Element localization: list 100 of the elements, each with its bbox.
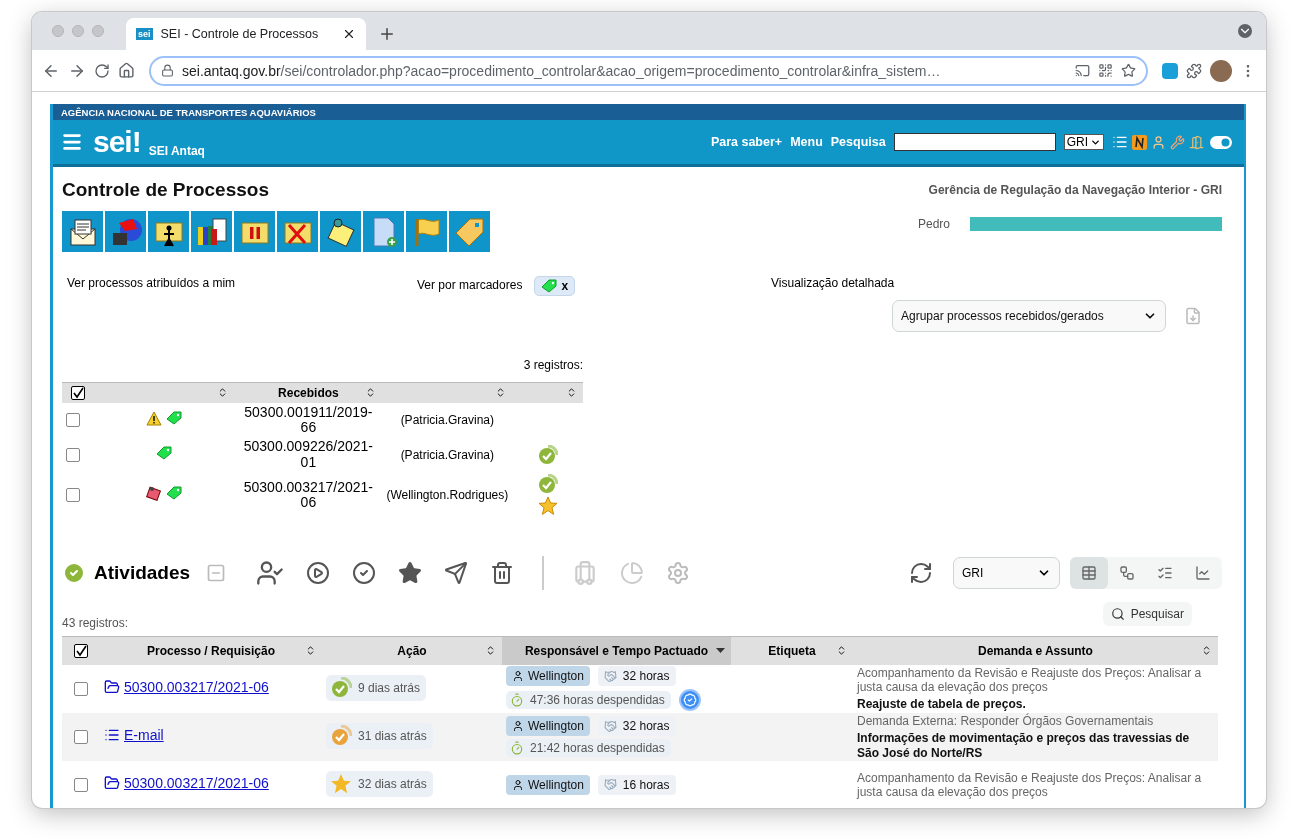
browser-tab[interactable]: sei SEI - Controle de Processos	[126, 18, 366, 50]
home-icon[interactable]	[118, 62, 135, 79]
responsible-badge[interactable]: Wellington	[506, 666, 590, 687]
sort-icon[interactable]	[566, 387, 577, 399]
page-title: Controle de Processos	[62, 179, 269, 201]
row-checkbox[interactable]	[66, 488, 80, 503]
extension-icon[interactable]	[1162, 62, 1178, 79]
toolbar-button[interactable]	[320, 211, 361, 252]
spent-time-badge: 47:36 horas despendidas	[506, 691, 671, 710]
check-icon[interactable]	[352, 561, 377, 586]
agency-banner: AGÊNCIA NACIONAL DE TRANSPORTES AQUAVIÁRIOS	[53, 104, 1244, 120]
responsible-badge[interactable]: Wellington	[506, 716, 590, 737]
puzzle-icon[interactable]	[1186, 62, 1202, 79]
user-name: (Patricia.Gravina)	[400, 447, 494, 462]
favicon: sei	[136, 28, 153, 40]
search-icon	[1110, 607, 1125, 622]
search-button[interactable]: Pesquisar	[1102, 602, 1192, 627]
cast-icon[interactable]	[1075, 63, 1090, 78]
toggle-icon[interactable]	[1210, 135, 1232, 149]
demand-text: Acompanhamento da Revisão e Reajuste dos Preços: Analisar a justa causa da elevação dos preços	[857, 665, 1203, 695]
assigned-filter[interactable]: Ver processos atribuídos a mim	[67, 276, 236, 290]
record-count: 3 registros:	[522, 358, 583, 372]
refresh-icon[interactable]	[909, 561, 933, 586]
group-select[interactable]: Agrupar processos recebidos/gerados	[892, 300, 1166, 332]
table-icon	[1081, 565, 1097, 582]
process-number[interactable]: 50300.003217/2021-06	[238, 479, 379, 511]
star-icon	[537, 496, 558, 517]
bookmark-icon[interactable]	[1121, 63, 1136, 78]
record-count: 43 registros:	[62, 616, 129, 631]
sort-down-icon[interactable]	[716, 648, 725, 654]
send-icon[interactable]	[444, 561, 469, 586]
marker-chip[interactable]: x	[534, 276, 576, 296]
unit-name: Gerência de Regulação da Navegação Interior - GRI	[928, 183, 1222, 197]
reload-icon[interactable]	[94, 62, 110, 79]
toolbar-button[interactable]	[148, 211, 189, 252]
toolbar-button[interactable]	[191, 211, 232, 252]
lock-icon	[161, 64, 174, 77]
demand-text: Demanda Externa: Responder Órgãos Governamentais	[857, 713, 1155, 729]
tab-title: SEI - Controle de Processos	[160, 27, 320, 41]
url-text: sei.antaq.gov.br/sei/controlador.php?acao=procedimento_controlar&acao_origem=procedimento_controlar&infra_sistem…	[182, 62, 942, 79]
row-checkbox[interactable]	[74, 730, 88, 745]
subject-text: Reajuste de tabela de preços.	[857, 697, 1027, 712]
check-icon	[537, 474, 558, 495]
view-label[interactable]: Visualização detalhada	[771, 276, 895, 290]
folder-icon	[104, 775, 120, 792]
process-number[interactable]: 50300.001911/2019-66	[238, 404, 379, 436]
close-icon[interactable]	[342, 27, 356, 41]
tag-icon	[541, 279, 558, 293]
folder-icon	[104, 679, 120, 696]
responsible-badge[interactable]: Wellington	[506, 774, 590, 795]
row-checkbox[interactable]	[74, 778, 88, 793]
user-name: Pedro	[917, 216, 950, 231]
process-number[interactable]: 50300.009226/2021-01	[238, 439, 379, 471]
process-link[interactable]: E-mail	[104, 727, 164, 744]
diagram-icon	[1119, 565, 1135, 582]
menu-icon[interactable]	[61, 131, 83, 153]
select-all-checkbox[interactable]	[74, 644, 88, 659]
trash-icon[interactable]	[490, 561, 515, 586]
new-tab-icon[interactable]	[378, 25, 396, 43]
sort-icon[interactable]	[305, 645, 316, 657]
unit-select[interactable]: GRI	[1063, 134, 1104, 150]
tab-search-icon[interactable]	[1238, 24, 1252, 38]
star-icon[interactable]	[398, 561, 423, 586]
view-button[interactable]	[1070, 557, 1108, 590]
demand-text: Acompanhamento da Revisão e Reajuste dos Preços: Analisar a justa causa da elevação dos preços	[857, 770, 1203, 800]
qr-code-icon[interactable]	[1098, 63, 1113, 78]
sort-icon[interactable]	[836, 645, 847, 657]
action-badge: 32 dias atrás	[326, 771, 433, 798]
avatar[interactable]	[1210, 59, 1232, 82]
markers-filter[interactable]: Ver por marcadores	[417, 278, 523, 293]
agreed-time-badge: 16 horas	[597, 774, 676, 795]
list-icon[interactable]	[1112, 134, 1128, 150]
select-all-checkbox[interactable]	[70, 386, 85, 401]
tag-icon	[165, 410, 182, 425]
section-title: Atividades	[94, 562, 191, 585]
action-badge: 31 dias atrás	[326, 723, 433, 750]
play-icon[interactable]	[306, 561, 331, 586]
logo: sei!	[93, 125, 141, 159]
warning-icon	[145, 410, 162, 426]
row-checkbox[interactable]	[66, 413, 80, 428]
agreed-time-badge: 32 horas	[597, 666, 676, 687]
row-checkbox[interactable]	[74, 682, 88, 697]
sort-icon[interactable]	[1201, 645, 1212, 657]
system-name: SEI Antaq	[148, 144, 206, 158]
row-checkbox[interactable]	[66, 448, 80, 463]
address-bar[interactable]: sei.antaq.gov.br/sei/controlador.php?acao=procedimento_controlar&acao_origem=procedimento_controlar&infra_sistem…	[149, 55, 1148, 86]
agreed-time-badge: 32 horas	[597, 716, 676, 737]
user-check-icon[interactable]	[256, 559, 285, 588]
user-name: (Patricia.Gravina)	[400, 412, 494, 427]
toolbar-button[interactable]	[62, 211, 103, 252]
column-header[interactable]: Ação	[397, 643, 427, 658]
sort-icon[interactable]	[485, 645, 496, 657]
action-badge: 9 dias atrás	[326, 675, 427, 702]
process-link[interactable]: 50300.003217/2021-06	[104, 679, 269, 696]
tag-icon	[155, 446, 172, 461]
tag-icon	[165, 486, 182, 501]
column-header[interactable]: Demanda e Assunto	[978, 643, 1093, 658]
process-link[interactable]: 50300.003217/2021-06	[104, 775, 269, 792]
search-field[interactable]	[893, 133, 1056, 151]
unit-select[interactable]: GRI	[953, 557, 1060, 590]
